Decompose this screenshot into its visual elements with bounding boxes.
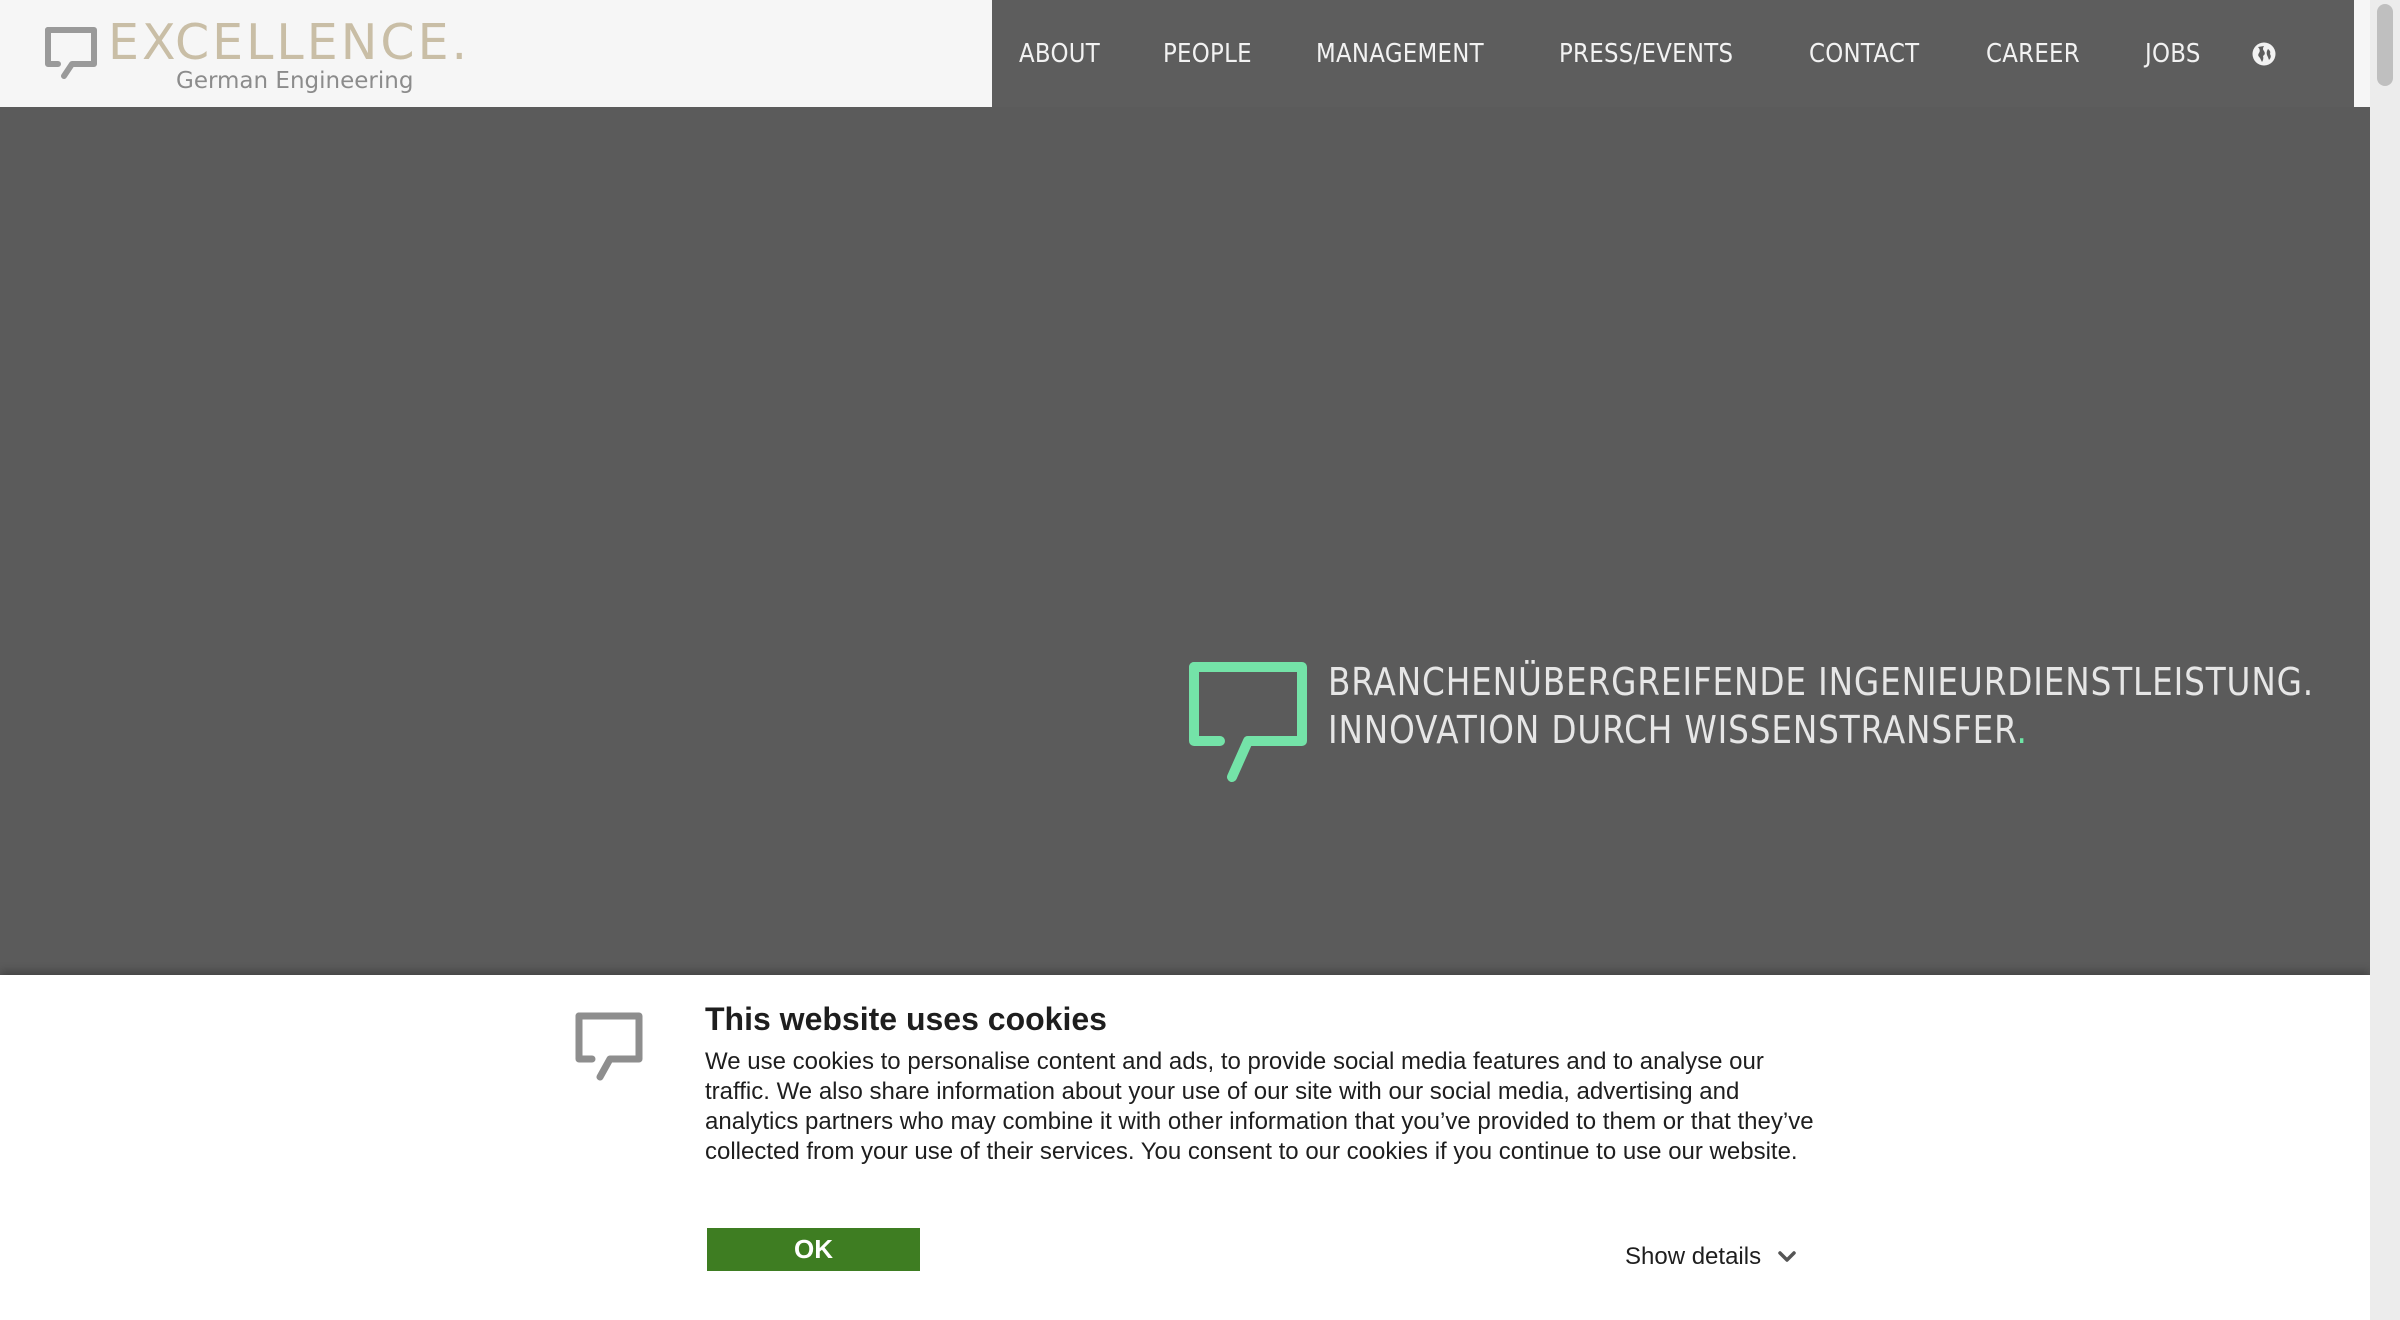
hero-tagline-line1: BRANCHENÜBERGREIFENDE INGENIEURDIENSTLEI…: [1328, 660, 2315, 704]
nav-career[interactable]: CAREER: [1986, 39, 2080, 69]
hero-tagline-line2: INNOVATION DURCH WISSENSTRANSFER.: [1328, 711, 2028, 749]
site-logo[interactable]: EXCELLENCE. German Engineering: [0, 0, 992, 107]
logo-subtitle: German Engineering: [176, 68, 414, 94]
page-scrollbar[interactable]: [2370, 0, 2400, 1320]
nav-management[interactable]: MANAGEMENT: [1316, 39, 1484, 69]
show-details-link[interactable]: Show details: [1625, 1243, 1797, 1271]
scrollbar-thumb[interactable]: [2377, 4, 2393, 86]
cookie-banner: This website uses cookies We use cookies…: [0, 975, 2370, 1320]
show-details-label: Show details: [1625, 1243, 1762, 1270]
speech-bubble-logo-icon: [575, 1012, 643, 1081]
speech-bubble-icon: [1189, 662, 1307, 782]
chevron-down-icon: [1778, 1251, 1796, 1262]
hero-banner: BRANCHENÜBERGREIFENDE INGENIEURDIENSTLEI…: [0, 107, 2370, 975]
header-edge: [2354, 0, 2370, 107]
nav-people[interactable]: PEOPLE: [1163, 39, 1252, 69]
cookie-title: This website uses cookies: [705, 1001, 1107, 1037]
hero-tagline-text: INNOVATION DURCH WISSENSTRANSFER: [1328, 708, 2017, 752]
nav-press-events[interactable]: PRESS/EVENTS: [1559, 39, 1733, 69]
nav-about[interactable]: ABOUT: [1019, 39, 1100, 69]
nav-contact[interactable]: CONTACT: [1809, 39, 1919, 69]
nav-jobs[interactable]: JOBS: [2145, 39, 2201, 69]
main-nav: ABOUT PEOPLE MANAGEMENT PRESS/EVENTS CON…: [992, 0, 2354, 107]
cookie-ok-button[interactable]: OK: [707, 1228, 920, 1271]
hero-tagline-dot: .: [2016, 708, 2028, 752]
speech-bubble-logo-icon: [45, 27, 97, 79]
globe-icon[interactable]: [2251, 41, 2277, 67]
cookie-text: We use cookies to personalise content an…: [705, 1048, 1814, 1165]
logo-wordmark: EXCELLENCE.: [108, 14, 471, 71]
